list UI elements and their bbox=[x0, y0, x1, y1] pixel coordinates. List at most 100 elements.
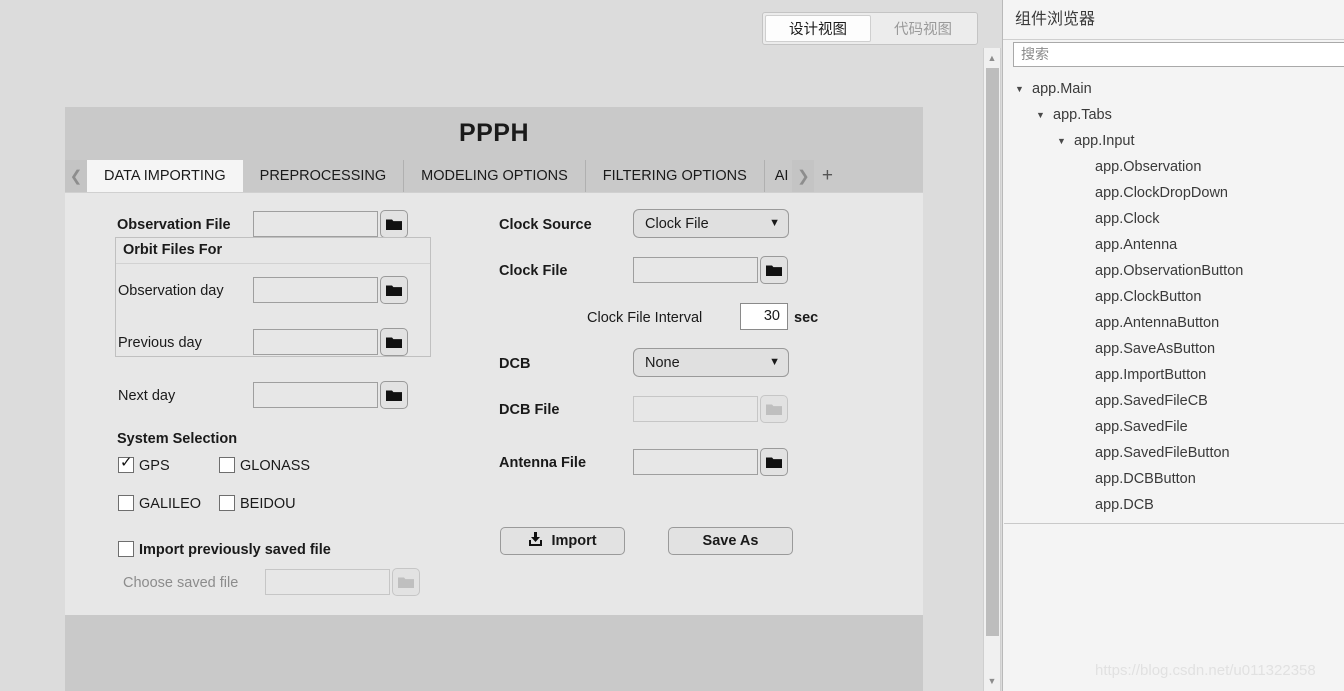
tree-item-app-saveasbutton[interactable]: app.SaveAsButton bbox=[1003, 336, 1344, 362]
orbit-observation-day-label: Observation day bbox=[118, 283, 224, 299]
tree-item-label: app.SaveAsButton bbox=[1095, 341, 1216, 357]
tab-preprocessing[interactable]: PREPROCESSING bbox=[242, 160, 405, 192]
chevron-right-icon[interactable]: ❯ bbox=[792, 160, 815, 192]
import-saved-file-label: Import previously saved file bbox=[139, 542, 331, 558]
tree-item-app-tabs[interactable]: ▼ app.Tabs bbox=[1003, 102, 1344, 128]
checkbox-import-saved-file[interactable] bbox=[118, 541, 134, 557]
tree-item-app-antenna[interactable]: app.Antenna bbox=[1003, 232, 1344, 258]
component-tree: ▼ app.Main ▼ app.Tabs ▼ app.Input app.Ob… bbox=[1003, 76, 1344, 518]
chevron-left-icon[interactable]: ❮ bbox=[65, 160, 87, 192]
vertical-scrollbar[interactable]: ▲ ▼ bbox=[983, 48, 1001, 691]
clock-file-interval-input[interactable]: 30 bbox=[740, 303, 788, 330]
tree-item-app-clock[interactable]: app.Clock bbox=[1003, 206, 1344, 232]
tree-item-app-importbutton[interactable]: app.ImportButton bbox=[1003, 362, 1344, 388]
checkbox-beidou[interactable] bbox=[219, 495, 235, 511]
orbit-previous-day-browse-button[interactable] bbox=[380, 328, 408, 356]
tree-item-app-input[interactable]: ▼ app.Input bbox=[1003, 128, 1344, 154]
component-browser-panel: 组件浏览器 搜索 ▼ app.Main ▼ app.Tabs ▼ app.Inp… bbox=[1002, 0, 1344, 691]
tree-item-label: app.ClockDropDown bbox=[1095, 185, 1228, 201]
dcb-file-input[interactable] bbox=[633, 396, 758, 422]
scrollbar-thumb[interactable] bbox=[986, 68, 999, 636]
choose-saved-file-label: Choose saved file bbox=[123, 575, 239, 591]
component-browser-title: 组件浏览器 bbox=[1003, 0, 1344, 40]
tab-code-view[interactable]: 代码视图 bbox=[871, 15, 975, 42]
tree-item-app-clockbutton[interactable]: app.ClockButton bbox=[1003, 284, 1344, 310]
save-as-button[interactable]: Save As bbox=[668, 527, 793, 555]
orbit-previous-day-input[interactable] bbox=[253, 329, 378, 355]
tree-item-label: app.ImportButton bbox=[1095, 367, 1207, 383]
tree-item-label: app.SavedFileCB bbox=[1095, 393, 1208, 409]
app-title: PPPH bbox=[458, 119, 530, 147]
tab-modeling-options[interactable]: MODELING OPTIONS bbox=[404, 160, 586, 192]
antenna-file-input[interactable] bbox=[633, 449, 758, 475]
checkbox-glonass-label: GLONASS bbox=[240, 458, 311, 474]
tab-panel-data-importing: Observation File Orbit Files For Observa… bbox=[65, 192, 923, 615]
checkbox-gps-label: GPS bbox=[139, 458, 170, 474]
tree-item-app-observation[interactable]: app.Observation bbox=[1003, 154, 1344, 180]
add-tab-button[interactable]: + bbox=[814, 160, 841, 192]
chevron-down-icon[interactable]: ▼ bbox=[1036, 102, 1049, 128]
tree-item-label: app.SavedFile bbox=[1095, 419, 1188, 435]
tab-filtering-options[interactable]: FILTERING OPTIONS bbox=[585, 160, 765, 192]
tree-item-app-antennabutton[interactable]: app.AntennaButton bbox=[1003, 310, 1344, 336]
clock-file-input[interactable] bbox=[633, 257, 758, 283]
tree-divider bbox=[1004, 523, 1344, 524]
clock-source-value: Clock File bbox=[645, 215, 709, 232]
orbit-observation-day-input[interactable] bbox=[253, 277, 378, 303]
tree-item-label: app.AntennaButton bbox=[1095, 315, 1220, 331]
app-window: PPPH ❮ DATA IMPORTING PREPROCESSING MODE… bbox=[65, 107, 923, 691]
tree-item-label: app.DCBButton bbox=[1095, 471, 1196, 487]
chevron-down-icon: ▼ bbox=[769, 356, 780, 368]
checkbox-galileo-label: GALILEO bbox=[139, 496, 202, 512]
tree-item-app-observationbutton[interactable]: app.ObservationButton bbox=[1003, 258, 1344, 284]
component-browser-search-input[interactable]: 搜索 bbox=[1013, 42, 1344, 67]
checkbox-gps[interactable]: ✓ bbox=[118, 454, 134, 473]
tab-ai[interactable]: AI bbox=[764, 160, 793, 192]
observation-file-input[interactable] bbox=[253, 211, 378, 237]
tree-item-label: app.Tabs bbox=[1053, 107, 1112, 123]
tree-item-label: app.ObservationButton bbox=[1095, 263, 1244, 279]
antenna-file-label: Antenna File bbox=[499, 455, 587, 471]
checkbox-glonass[interactable] bbox=[219, 457, 235, 473]
orbit-next-day-browse-button[interactable] bbox=[380, 381, 408, 409]
tree-item-app-clockdropdown[interactable]: app.ClockDropDown bbox=[1003, 180, 1344, 206]
orbit-next-day-input[interactable] bbox=[253, 382, 378, 408]
tree-item-label: app.SavedFileButton bbox=[1095, 445, 1230, 461]
tree-item-app-dcb[interactable]: app.DCB bbox=[1003, 492, 1344, 518]
scroll-down-icon[interactable]: ▼ bbox=[984, 673, 1000, 689]
view-mode-toggle: 设计视图 代码视图 bbox=[762, 12, 978, 45]
observation-file-browse-button[interactable] bbox=[380, 210, 408, 238]
clock-file-interval-label: Clock File Interval bbox=[587, 310, 703, 326]
tree-item-app-savedfilecb[interactable]: app.SavedFileCB bbox=[1003, 388, 1344, 414]
dcb-label: DCB bbox=[499, 356, 531, 372]
scroll-up-icon[interactable]: ▲ bbox=[984, 50, 1000, 66]
tree-item-label: app.ClockButton bbox=[1095, 289, 1202, 305]
dcb-dropdown[interactable]: None ▼ bbox=[633, 348, 789, 377]
tree-item-app-main[interactable]: ▼ app.Main bbox=[1003, 76, 1344, 102]
tree-item-label: app.Observation bbox=[1095, 159, 1202, 175]
import-button-label: Import bbox=[551, 533, 597, 549]
chevron-down-icon[interactable]: ▼ bbox=[1015, 76, 1028, 102]
check-icon: ✓ bbox=[120, 454, 133, 471]
footer-bar: Save Configuration Default Configuration… bbox=[65, 615, 923, 691]
import-icon bbox=[528, 531, 543, 551]
tree-item-app-savedfilebutton[interactable]: app.SavedFileButton bbox=[1003, 440, 1344, 466]
clock-source-dropdown[interactable]: Clock File ▼ bbox=[633, 209, 789, 238]
orbit-files-group-title: Orbit Files For bbox=[116, 238, 430, 264]
tab-design-view[interactable]: 设计视图 bbox=[765, 15, 871, 42]
tree-item-app-dcbbutton[interactable]: app.DCBButton bbox=[1003, 466, 1344, 492]
chevron-down-icon[interactable]: ▼ bbox=[1057, 128, 1070, 154]
checkbox-galileo[interactable] bbox=[118, 495, 134, 511]
clock-file-label: Clock File bbox=[499, 263, 568, 279]
system-selection-label: System Selection bbox=[117, 431, 238, 447]
orbit-observation-day-browse-button[interactable] bbox=[380, 276, 408, 304]
tree-item-app-savedfile[interactable]: app.SavedFile bbox=[1003, 414, 1344, 440]
choose-saved-file-input[interactable] bbox=[265, 569, 390, 595]
antenna-file-browse-button[interactable] bbox=[760, 448, 788, 476]
checkbox-beidou-label: BEIDOU bbox=[240, 496, 296, 512]
dcb-file-browse-button[interactable] bbox=[760, 395, 788, 423]
tab-data-importing[interactable]: DATA IMPORTING bbox=[87, 160, 243, 192]
choose-saved-file-browse-button[interactable] bbox=[392, 568, 420, 596]
import-button[interactable]: Import bbox=[500, 527, 625, 555]
clock-file-browse-button[interactable] bbox=[760, 256, 788, 284]
